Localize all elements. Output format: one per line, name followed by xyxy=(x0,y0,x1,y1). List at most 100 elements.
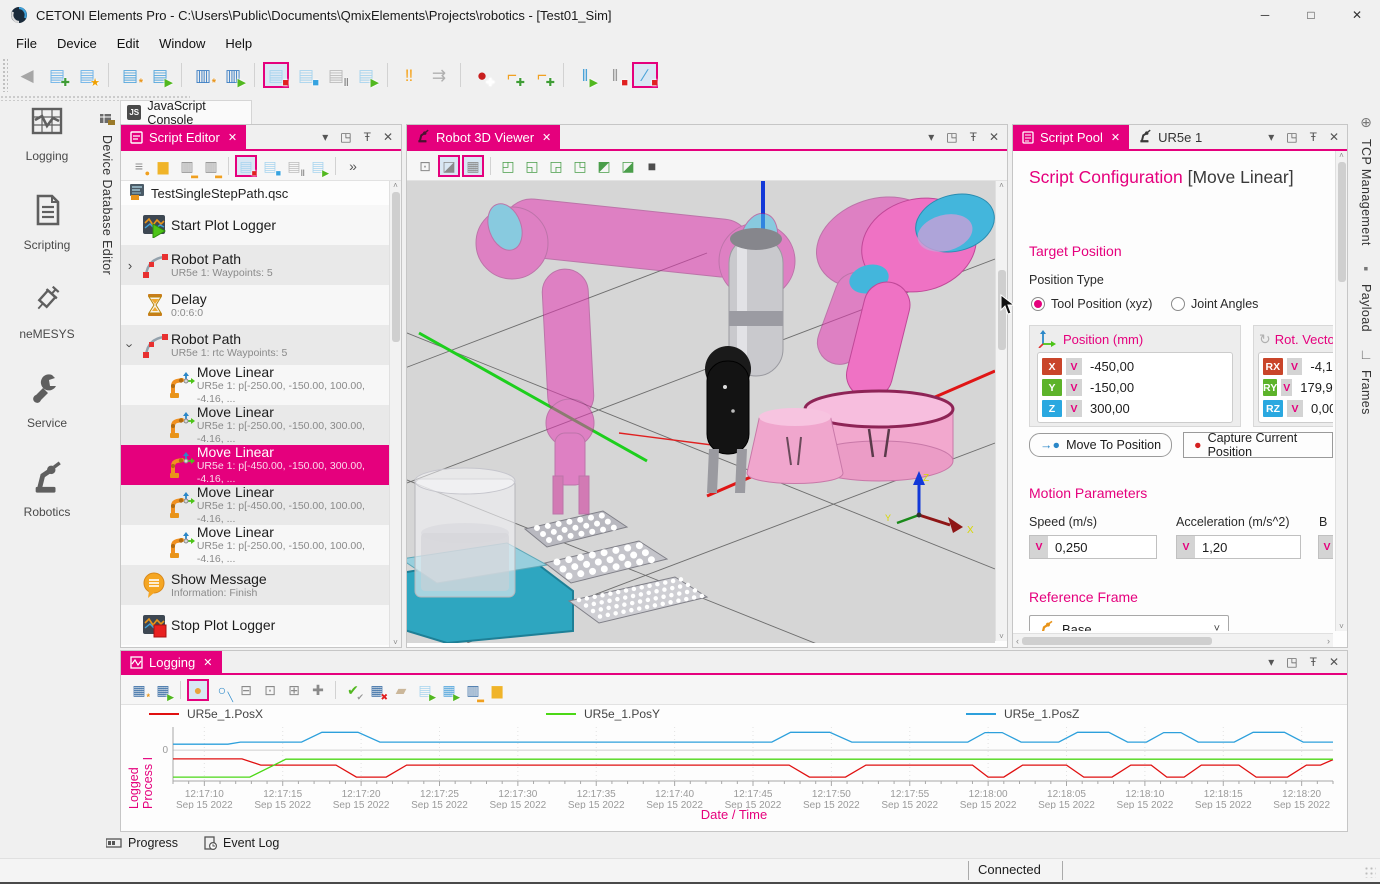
script-step-move-linear[interactable]: Move LinearUR5e 1: p[-250.00, -150.00, 3… xyxy=(121,405,389,445)
tab-ur5e-1[interactable]: UR5e 1 xyxy=(1129,125,1211,149)
variable-button[interactable]: V xyxy=(1319,536,1333,558)
pin-icon[interactable]: Ŧ xyxy=(1310,655,1317,669)
stop-all-dosing-icon[interactable]: ∕■ xyxy=(632,62,658,88)
close-button[interactable]: ✕ xyxy=(1334,0,1380,30)
open-log-icon[interactable]: ▆ xyxy=(486,679,508,701)
interrupt-icon[interactable]: ▤■ xyxy=(259,155,281,177)
script-step-show-message[interactable]: Show MessageInformation: Finish xyxy=(121,565,389,605)
add-robot-icon[interactable]: ⌐✚ xyxy=(499,62,525,88)
disconnect-icon[interactable]: ◀ xyxy=(14,62,40,88)
pause-icon[interactable]: ▤‖ xyxy=(283,155,305,177)
tab-logging[interactable]: Logging✕ xyxy=(121,651,222,673)
chevron-icon[interactable]: › xyxy=(123,336,138,354)
tab-progress[interactable]: Progress xyxy=(106,836,178,850)
menu-item-device[interactable]: Device xyxy=(47,32,107,55)
side-tab-tcp-management[interactable]: ⊕TCP Management xyxy=(1359,100,1373,246)
zoom-y-icon[interactable]: ⊡ xyxy=(259,679,281,701)
legend-ur5e_1.posx[interactable]: UR5e_1.PosX xyxy=(149,707,263,721)
maximize-button[interactable]: □ xyxy=(1288,0,1334,30)
resize-grip[interactable] xyxy=(1364,866,1376,878)
float-icon[interactable]: ◳ xyxy=(1286,655,1297,669)
menu-item-edit[interactable]: Edit xyxy=(107,32,149,55)
side-tab-frames[interactable]: ∟Frames xyxy=(1359,332,1373,415)
variable-button[interactable]: V xyxy=(1066,379,1082,396)
zoom-region-icon[interactable]: ⊞ xyxy=(283,679,305,701)
axis-row-x[interactable]: XV-450,00 xyxy=(1042,356,1228,377)
float-icon[interactable]: ◳ xyxy=(340,130,351,144)
add-project-icon[interactable]: ▤✚ xyxy=(44,62,70,88)
zoom-fit-icon[interactable]: ✚ xyxy=(307,679,329,701)
save-script-as-icon[interactable]: ▥▂ xyxy=(200,155,222,177)
variable-button[interactable]: V xyxy=(1287,358,1303,375)
close-icon[interactable]: ✕ xyxy=(542,131,551,144)
save-script-icon[interactable]: ▥▂ xyxy=(176,155,198,177)
axis-row-rx[interactable]: RXV-4,16 xyxy=(1263,356,1333,377)
minimize-button[interactable]: ─ xyxy=(1242,0,1288,30)
step-over-icon[interactable]: ⇉ xyxy=(426,62,452,88)
sidebar-item-nemesys[interactable]: neMESYS xyxy=(0,282,94,341)
axis-row-rz[interactable]: RZV0,00 xyxy=(1263,398,1333,419)
variable-button[interactable]: V xyxy=(1066,358,1082,375)
start-devices-icon[interactable]: ▥▶ xyxy=(220,62,246,88)
capture-current-position-button[interactable]: ● Capture Current Position xyxy=(1183,432,1333,458)
step-mode-icon[interactable]: ‼ xyxy=(396,62,422,88)
radio-joint-angles[interactable]: Joint Angles xyxy=(1171,297,1258,311)
save-log-icon[interactable]: ▥▂ xyxy=(462,679,484,701)
close-icon[interactable]: ✕ xyxy=(383,130,393,144)
sidebar-item-scripting[interactable]: Scripting xyxy=(0,193,94,252)
pin-icon[interactable]: Ŧ xyxy=(970,130,977,144)
script-step-move-linear[interactable]: Move LinearUR5e 1: p[-450.00, -150.00, 1… xyxy=(121,485,389,525)
new-script-icon[interactable]: ≡● xyxy=(128,155,150,177)
tab-robot-3d-viewer[interactable]: Robot 3D Viewer✕ xyxy=(407,125,560,149)
tab-script-editor[interactable]: Script Editor✕ xyxy=(121,125,246,149)
eraser-icon[interactable]: ▰ xyxy=(390,679,412,701)
variable-button[interactable]: V xyxy=(1030,536,1048,558)
stop-dosing-icon[interactable]: ǁ■ xyxy=(602,62,628,88)
pin-icon[interactable]: Ŧ xyxy=(1310,130,1317,144)
panel-menu-icon[interactable]: ▾ xyxy=(1268,655,1274,669)
close-icon[interactable]: ✕ xyxy=(228,131,237,144)
variable-button[interactable]: V xyxy=(1281,379,1292,396)
run-icon[interactable]: ▤▶ xyxy=(307,155,329,177)
pause-script-icon[interactable]: ▤‖ xyxy=(323,62,349,88)
script-pool-vscrollbar[interactable]: ˄˅ xyxy=(1335,151,1347,631)
blend-field[interactable]: V xyxy=(1318,535,1333,559)
script-step-robot-path[interactable]: ›Robot PathUR5e 1: rtc Waypoints: 5 xyxy=(121,325,389,365)
close-icon[interactable]: ✕ xyxy=(1329,655,1339,669)
tab-script-pool[interactable]: Script Pool✕ xyxy=(1013,125,1129,149)
robot-3d-scene[interactable]: ZXY xyxy=(407,181,995,643)
close-icon[interactable]: ✕ xyxy=(203,656,212,669)
close-icon[interactable]: ✕ xyxy=(1111,131,1120,144)
view-right-icon[interactable]: ◳ xyxy=(569,155,591,177)
device-database-editor-tab[interactable]: Device Database Editor xyxy=(94,112,120,552)
script-file-header[interactable]: TestSingleStepPath.qsc xyxy=(121,181,401,205)
script-step-delay[interactable]: Delay0:0:6:0 xyxy=(121,285,389,325)
clip-plane-icon[interactable]: ◪ xyxy=(438,155,460,177)
float-icon[interactable]: ◳ xyxy=(946,130,957,144)
view-front-icon[interactable]: ◰ xyxy=(497,155,519,177)
viewer3d-scrollbar[interactable]: ˄˅ xyxy=(995,181,1007,641)
script-step-start-plot-logger[interactable]: Start Plot Logger xyxy=(121,205,389,245)
panel-menu-icon[interactable]: ▾ xyxy=(322,130,328,144)
script-tree-scrollbar[interactable]: ˄˅ xyxy=(389,181,401,647)
add-robot-axis-icon[interactable]: ⌐✚ xyxy=(529,62,555,88)
view-left-icon[interactable]: ◲ xyxy=(545,155,567,177)
pointer-icon[interactable]: ● xyxy=(187,679,209,701)
sidebar-item-logging[interactable]: Logging xyxy=(0,104,94,163)
axis-row-y[interactable]: YV-150,00 xyxy=(1042,377,1228,398)
variable-button[interactable]: V xyxy=(1066,400,1082,417)
tab-event-log[interactable]: Event Log xyxy=(204,836,279,850)
float-icon[interactable]: ◳ xyxy=(1286,130,1297,144)
overflow-icon[interactable]: » xyxy=(342,155,364,177)
zoom-x-icon[interactable]: ⊟ xyxy=(235,679,257,701)
menu-item-window[interactable]: Window xyxy=(149,32,215,55)
side-tab-payload[interactable]: ▪Payload xyxy=(1359,246,1373,332)
menu-item-file[interactable]: File xyxy=(6,32,47,55)
view-back-icon[interactable]: ◱ xyxy=(521,155,543,177)
view-iso-icon[interactable]: ■ xyxy=(641,155,663,177)
menu-item-help[interactable]: Help xyxy=(215,32,262,55)
floor-grid-icon[interactable]: ▦ xyxy=(462,155,484,177)
axis-row-z[interactable]: ZV300,00 xyxy=(1042,398,1228,419)
legend-ur5e_1.posy[interactable]: UR5e_1.PosY xyxy=(546,707,660,721)
tab-javascript-console[interactable]: JS JavaScript Console xyxy=(120,100,252,124)
